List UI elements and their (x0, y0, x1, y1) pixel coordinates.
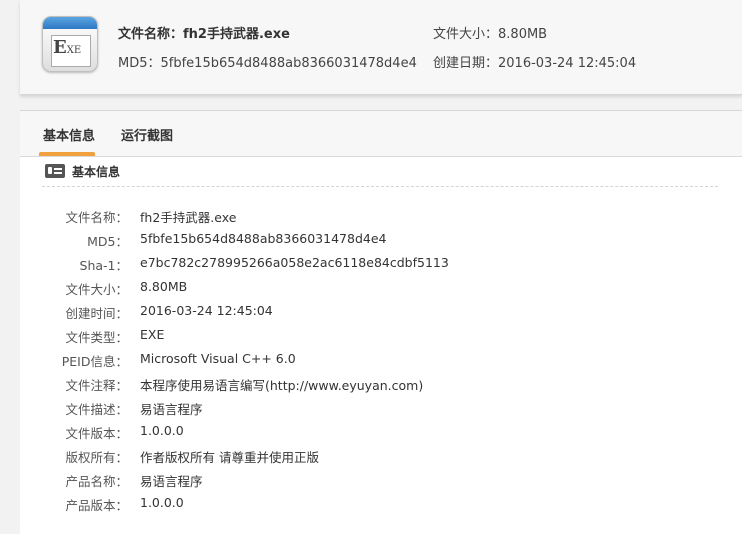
info-row: 文件注释： 本程序使用易语言编写(http://www.eyuyan.com) (20, 375, 742, 399)
info-row-label: 创建时间： (65, 306, 128, 321)
info-row-label: Sha-1： (79, 258, 128, 273)
info-row: MD5： 5fbfe15b654d8488ab8366031478d4e4 (20, 231, 742, 255)
info-row-value: 1.0.0.0 (140, 423, 184, 438)
active-tab-indicator (39, 152, 95, 156)
info-row-label: 文件注释： (65, 378, 128, 393)
id-card-icon (45, 164, 65, 178)
info-row: 文件大小： 8.80MB (20, 279, 742, 303)
tab-screenshots[interactable]: 运行截图 (121, 125, 173, 144)
info-row: 创建时间： 2016-03-24 12:45:04 (20, 303, 742, 327)
info-row-value: 本程序使用易语言编写(http://www.eyuyan.com) (140, 378, 424, 393)
info-row: 产品名称： 易语言程序 (20, 471, 742, 495)
info-row-label: 文件描述： (65, 402, 128, 417)
section-divider (42, 186, 718, 187)
tab-basic-info[interactable]: 基本信息 (43, 125, 95, 144)
info-list: 文件名称： fh2手持武器.exe MD5： 5fbfe15b654d8488ab83… (20, 207, 742, 519)
header-md5-label: MD5： (118, 56, 161, 71)
info-row-value: 易语言程序 (140, 474, 203, 489)
tab-bar: 基本信息 运行截图 (20, 111, 742, 157)
header-size-label: 文件大小： (433, 27, 499, 42)
info-row: 文件名称： fh2手持武器.exe (20, 207, 742, 231)
header-date-value: 2016-03-24 12:45:04 (498, 56, 637, 71)
info-row: 文件类型： EXE (20, 327, 742, 351)
section-title: 基本信息 (72, 165, 121, 179)
info-row-value: Microsoft Visual C++ 6.0 (140, 351, 296, 366)
info-row: 文件描述： 易语言程序 (20, 399, 742, 423)
info-row: 版权所有： 作者版权所有 请尊重并使用正版 (20, 447, 742, 471)
info-row: Sha-1： e7bc782c278995266a058e2ac6118e84cd… (20, 255, 742, 279)
header-name-label: 文件名称： (118, 27, 184, 42)
info-row-label: 文件版本： (65, 426, 128, 441)
info-row-value: EXE (140, 327, 165, 342)
info-row-label: MD5： (87, 234, 128, 249)
header-date-label: 创建日期： (433, 56, 499, 71)
info-row-value: 8.80MB (140, 279, 188, 294)
info-row: 文件版本： 1.0.0.0 (20, 423, 742, 447)
info-row-label: PEID信息： (61, 354, 128, 369)
info-row-value: 5fbfe15b654d8488ab8366031478d4e4 (140, 231, 387, 246)
info-row-label: 文件名称： (65, 210, 128, 225)
info-row-value: e7bc782c278995266a058e2ac6118e84cdbf5113 (140, 255, 449, 270)
details-panel: 基本信息 运行截图 基本信息 文件名称： fh2手持武器.exe MD5： 5fbfe… (20, 110, 742, 534)
info-row-value: 易语言程序 (140, 402, 203, 417)
info-row-label: 产品版本： (65, 498, 128, 513)
header-name-value: fh2手持武器.exe (183, 27, 290, 42)
info-row-value: 2016-03-24 12:45:04 (140, 303, 273, 318)
header-file-size: 文件大小：8.80MB (433, 23, 547, 42)
header-md5-value: 5fbfe15b654d8488ab8366031478d4e4 (160, 56, 417, 71)
info-row-value: 1.0.0.0 (140, 495, 184, 510)
info-row: 产品版本： 1.0.0.0 (20, 495, 742, 519)
info-row-label: 文件大小： (65, 282, 128, 297)
header-file-name: 文件名称：fh2手持武器.exe (118, 23, 290, 42)
exe-file-icon: EXE (42, 16, 98, 72)
info-row-value: fh2手持武器.exe (140, 210, 237, 225)
header-md5: MD5：5fbfe15b654d8488ab8366031478d4e4 (118, 52, 417, 71)
header-created-date: 创建日期：2016-03-24 12:45:04 (433, 52, 636, 71)
info-row-label: 产品名称： (65, 474, 128, 489)
info-row-label: 版权所有： (65, 450, 128, 465)
header-size-value: 8.80MB (498, 27, 548, 42)
file-summary-card: EXE 文件名称：fh2手持武器.exe MD5：5fbfe15b654d848… (20, 0, 742, 95)
info-row: PEID信息： Microsoft Visual C++ 6.0 (20, 351, 742, 375)
info-row-value: 作者版权所有 请尊重并使用正版 (140, 450, 319, 465)
info-row-label: 文件类型： (65, 330, 128, 345)
